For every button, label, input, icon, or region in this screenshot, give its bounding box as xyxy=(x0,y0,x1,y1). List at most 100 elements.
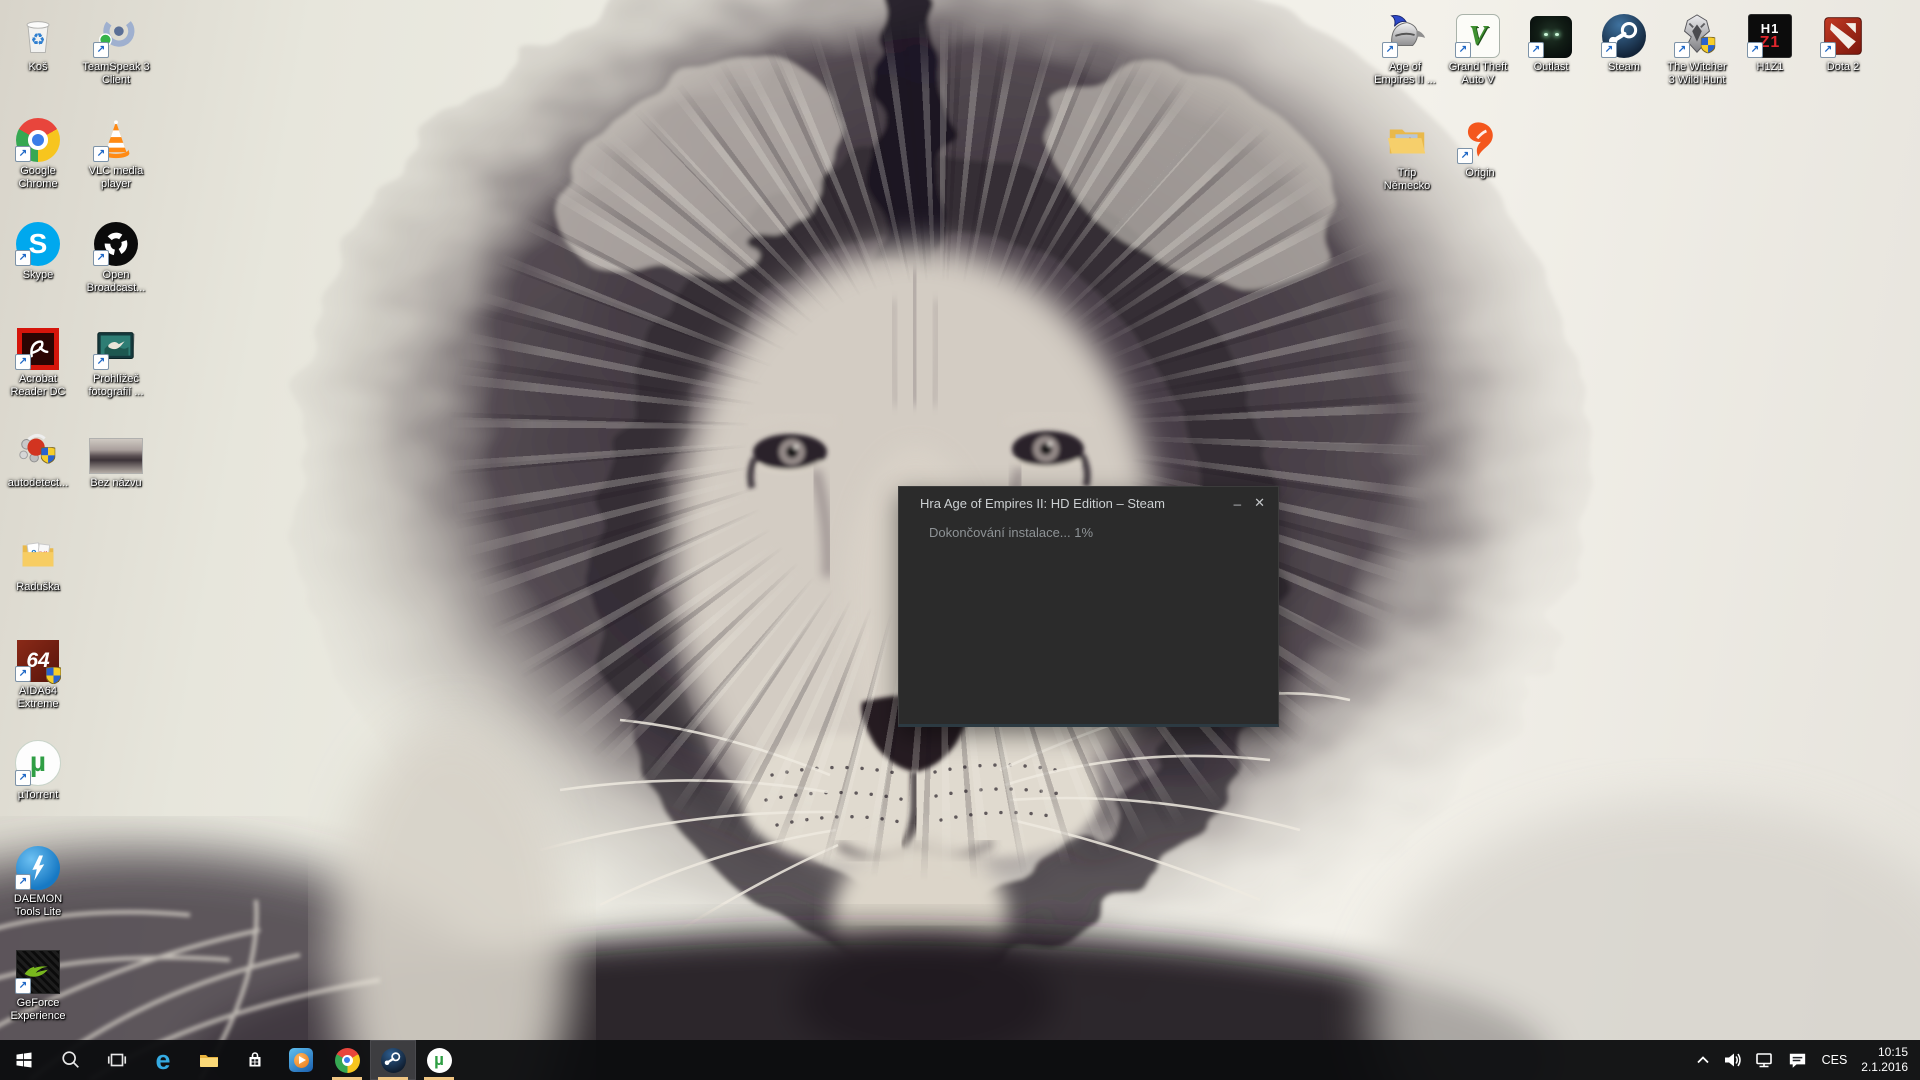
desktop-icon-daemon-tools[interactable]: ↗ DAEMON Tools Lite xyxy=(0,840,76,919)
close-button[interactable]: ✕ xyxy=(1254,495,1265,511)
steam-icon xyxy=(381,1048,406,1073)
desktop-icon-bez-nazvu[interactable]: Bez názvu xyxy=(78,424,154,490)
taskbar-task-view-button[interactable] xyxy=(94,1040,140,1080)
shortcut-arrow-icon: ↗ xyxy=(1382,42,1398,58)
taskbar-utorrent-button[interactable]: µ xyxy=(416,1040,462,1080)
origin-icon: ↗ xyxy=(1442,114,1518,164)
desktop-icon-trip-nemecko[interactable]: Trip Německo xyxy=(1369,114,1445,193)
clock-date: 2.1.2016 xyxy=(1861,1060,1908,1075)
autodetect-molecule-icon xyxy=(0,424,76,474)
aida64-icon: 64 ↗ xyxy=(0,632,76,682)
image-file-thumbnail xyxy=(78,424,154,474)
desktop-icon-raduska[interactable]: e pdf Raduška xyxy=(0,528,76,594)
desktop-icon-age-of-empires[interactable]: ↗ Age of Empires II ... xyxy=(1367,8,1443,87)
daemon-tools-icon: ↗ xyxy=(0,840,76,890)
edge-icon: e xyxy=(155,1048,170,1072)
skype-icon: S↗ xyxy=(0,216,76,266)
desktop-icon-skype[interactable]: S↗ Skype xyxy=(0,216,76,282)
desktop-icon-google-chrome[interactable]: ↗ Google Chrome xyxy=(0,112,76,191)
shortcut-arrow-icon: ↗ xyxy=(15,978,31,994)
desktop-icon-witcher3[interactable]: ↗ The Witcher 3 Wild Hunt xyxy=(1659,8,1735,87)
shortcut-arrow-icon: ↗ xyxy=(1601,42,1617,58)
desktop-icon-steam[interactable]: ↗ Steam xyxy=(1586,8,1662,74)
shortcut-arrow-icon: ↗ xyxy=(1747,42,1763,58)
desktop-icon-acrobat-reader[interactable]: ↗ Acrobat Reader DC xyxy=(0,320,76,399)
shortcut-arrow-icon: ↗ xyxy=(15,770,31,786)
folder-photos-icon xyxy=(1369,114,1445,164)
tray-language-indicator[interactable]: CES xyxy=(1814,1040,1856,1080)
shortcut-arrow-icon: ↗ xyxy=(15,874,31,890)
store-bag-icon xyxy=(243,1048,267,1072)
folder-icon xyxy=(197,1048,221,1072)
desktop-icon-gta-v[interactable]: V↗ Grand Theft Auto V xyxy=(1440,8,1516,87)
desktop-icon-kos[interactable]: ♻ Koš xyxy=(0,8,76,74)
desktop-icon-autodetect[interactable]: autodetect... xyxy=(0,424,76,490)
taskbar: e µ xyxy=(0,1040,1920,1080)
tray-action-center-button[interactable] xyxy=(1781,1040,1814,1080)
task-view-icon xyxy=(106,1049,128,1071)
shortcut-arrow-icon: ↗ xyxy=(93,42,109,58)
taskbar-media-player-button[interactable] xyxy=(278,1040,324,1080)
steam-install-dialog: Hra Age of Empires II: HD Edition – Stea… xyxy=(898,486,1279,727)
geforce-experience-icon: ↗ xyxy=(0,944,76,994)
taskbar-edge-button[interactable]: e xyxy=(140,1040,186,1080)
shortcut-arrow-icon: ↗ xyxy=(1455,42,1471,58)
utorrent-icon: µ↗ xyxy=(0,736,76,786)
taskbar-steam-button[interactable] xyxy=(370,1040,416,1080)
desktop-icon-h1z1[interactable]: H1Z1 ↗ H1Z1 xyxy=(1732,8,1808,74)
age-of-empires-helmet-icon: ↗ xyxy=(1367,8,1443,58)
dialog-title: Hra Age of Empires II: HD Edition – Stea… xyxy=(920,496,1165,511)
tray-volume-button[interactable] xyxy=(1717,1040,1749,1080)
utorrent-icon: µ xyxy=(427,1048,452,1073)
acrobat-reader-icon: ↗ xyxy=(0,320,76,370)
windows-logo-icon xyxy=(14,1050,34,1070)
media-player-icon xyxy=(289,1048,313,1072)
desktop-icon-utorrent[interactable]: µ↗ µTorrent xyxy=(0,736,76,802)
install-status-text: Dokončování instalace... 1% xyxy=(929,525,1093,540)
shortcut-arrow-icon: ↗ xyxy=(15,354,31,370)
folder-documents-icon: e pdf xyxy=(0,528,76,578)
volume-icon xyxy=(1722,1049,1744,1071)
desktop-icon-obs[interactable]: ↗ Open Broadcast... xyxy=(78,216,154,295)
desktop-icon-aida64[interactable]: 64 ↗ AIDA64 Extreme xyxy=(0,632,76,711)
shortcut-arrow-icon: ↗ xyxy=(15,146,31,162)
recycle-glyph: ♻ xyxy=(31,30,46,49)
desktop-icon-geforce-experience[interactable]: ↗ GeForce Experience xyxy=(0,944,76,1023)
dota2-icon: ↗ xyxy=(1805,8,1881,58)
tray-clock[interactable]: 10:15 2.1.2016 xyxy=(1855,1040,1914,1080)
photo-viewer-icon: ↗ xyxy=(78,320,154,370)
search-icon xyxy=(60,1049,82,1071)
shortcut-arrow-icon: ↗ xyxy=(1457,148,1473,164)
h1z1-icon: H1Z1 ↗ xyxy=(1732,8,1808,58)
desktop-icon-dota2[interactable]: ↗ Dota 2 xyxy=(1805,8,1881,74)
shortcut-arrow-icon: ↗ xyxy=(1528,42,1544,58)
taskbar-chrome-button[interactable] xyxy=(324,1040,370,1080)
taskbar-search-button[interactable] xyxy=(48,1040,94,1080)
desktop-icon-vlc[interactable]: ↗ VLC media player xyxy=(78,112,154,191)
system-tray: CES 10:15 2.1.2016 xyxy=(1689,1040,1920,1080)
tray-network-button[interactable] xyxy=(1749,1040,1781,1080)
shortcut-arrow-icon: ↗ xyxy=(93,146,109,162)
shortcut-arrow-icon: ↗ xyxy=(15,666,31,682)
gta-v-icon: V↗ xyxy=(1440,8,1516,58)
shortcut-arrow-icon: ↗ xyxy=(1820,42,1836,58)
recycle-bin-icon: ♻ xyxy=(0,8,76,58)
chrome-icon: ↗ xyxy=(0,112,76,162)
obs-icon: ↗ xyxy=(78,216,154,266)
minimize-button[interactable]: _ xyxy=(1234,491,1241,506)
outlast-icon: ↗ xyxy=(1513,8,1589,58)
dialog-titlebar[interactable]: Hra Age of Empires II: HD Edition – Stea… xyxy=(899,487,1278,517)
shortcut-arrow-icon: ↗ xyxy=(93,354,109,370)
vlc-cone-icon: ↗ xyxy=(78,112,154,162)
desktop-icon-outlast[interactable]: ↗ Outlast xyxy=(1513,8,1589,74)
desktop-icon-photo-viewer[interactable]: ↗ Prohlížeč fotografií ... xyxy=(78,320,154,399)
desktop-icon-teamspeak[interactable]: ↗ TeamSpeak 3 Client xyxy=(78,8,154,87)
tray-overflow-chevron[interactable] xyxy=(1689,1040,1717,1080)
start-button[interactable] xyxy=(0,1040,48,1080)
taskbar-store-button[interactable] xyxy=(232,1040,278,1080)
chrome-icon xyxy=(335,1048,360,1073)
desktop-icon-origin[interactable]: ↗ Origin xyxy=(1442,114,1518,180)
shortcut-arrow-icon: ↗ xyxy=(15,250,31,266)
taskbar-file-explorer-button[interactable] xyxy=(186,1040,232,1080)
shortcut-arrow-icon: ↗ xyxy=(93,250,109,266)
